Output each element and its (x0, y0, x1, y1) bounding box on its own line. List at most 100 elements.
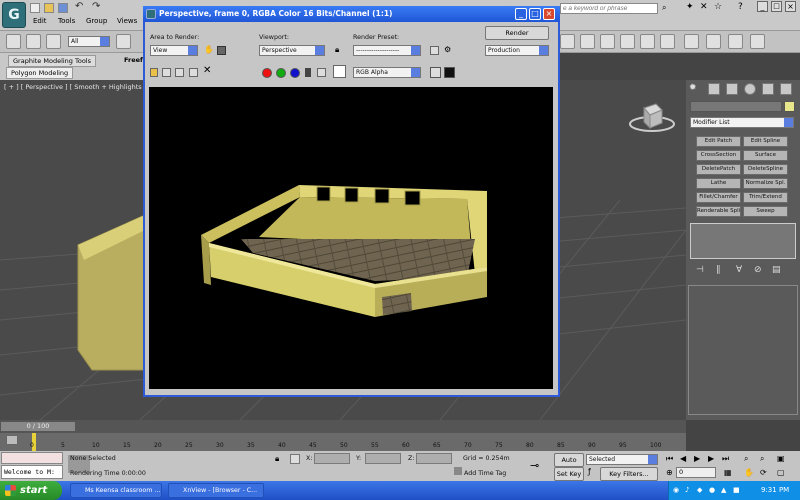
star-icon[interactable]: ✦ (686, 2, 694, 12)
maxscript-listener-input[interactable]: Welcome to M: (1, 465, 63, 479)
taskbar-item-xnview[interactable]: XnView - [Browser - C... (168, 483, 264, 498)
redo-icon[interactable]: ↷ (92, 1, 100, 12)
tray-network-icon[interactable]: ◉ (673, 486, 679, 494)
app-close-icon[interactable]: × (785, 1, 796, 12)
selection-filter-dropdown[interactable]: All (68, 36, 110, 47)
clone-window-icon[interactable] (175, 68, 184, 77)
time-slider[interactable]: 0 / 100 (0, 420, 686, 433)
bind-space-warp-icon[interactable] (46, 34, 61, 49)
hierarchy-tab-icon[interactable] (726, 83, 738, 95)
auto-key-button[interactable]: Auto Key (554, 453, 584, 476)
taskbar-item-keensa-classroom[interactable]: Ms Keensa classroom ... (70, 483, 162, 498)
set-key-button[interactable]: Set Key (554, 467, 584, 481)
green-channel-icon[interactable] (276, 68, 286, 78)
render-setup-icon[interactable] (706, 34, 721, 49)
display-tab-icon[interactable] (762, 83, 774, 95)
rendered-frame-window-title[interactable]: Perspective, frame 0, RGBA Color 16 Bits… (143, 6, 560, 22)
render-setup-icon[interactable] (430, 46, 439, 55)
align-icon[interactable] (580, 34, 595, 49)
open-file-icon[interactable] (44, 3, 54, 13)
monochrome-icon[interactable] (317, 68, 326, 77)
clock[interactable]: 9:31 PM (761, 486, 789, 494)
y-coordinate-field[interactable] (365, 453, 401, 464)
display-channel-dropdown[interactable]: RGB Alpha (353, 67, 421, 78)
key-filter-icon[interactable]: ƒ (588, 467, 591, 476)
modifier-deletepatch-button[interactable]: DeletePatch (696, 164, 741, 175)
app-maximize-icon[interactable]: □ (771, 1, 782, 12)
previous-frame-icon[interactable]: ◀ (680, 454, 686, 463)
key-mode-toggle-icon[interactable]: ⊕ (666, 468, 673, 477)
remove-modifier-icon[interactable]: ⊘ (754, 265, 762, 275)
viewcube[interactable] (628, 100, 676, 136)
go-to-end-icon[interactable]: ⏭ (722, 454, 729, 464)
save-file-icon[interactable] (58, 3, 68, 13)
object-name-field[interactable] (690, 101, 782, 112)
menu-tools[interactable]: Tools (58, 17, 75, 25)
modifier-normalize-spline-button[interactable]: Normalize Spl. (743, 178, 788, 189)
tray-security-icon[interactable]: ◆ (697, 486, 702, 494)
tray-volume-icon[interactable]: ♪ (685, 486, 689, 494)
next-frame-icon[interactable]: ▶ (708, 454, 714, 463)
z-coordinate-field[interactable] (416, 453, 452, 464)
key-filters-button[interactable]: Key Filters... (600, 467, 658, 481)
pan-icon[interactable]: ✋ (744, 468, 754, 477)
maxscript-listener-top[interactable] (1, 452, 63, 464)
create-tab-icon[interactable]: ✹ (689, 83, 697, 93)
orbit-icon[interactable]: ⟳ (760, 468, 767, 477)
red-channel-icon[interactable] (262, 68, 272, 78)
production-dropdown[interactable]: Production (485, 45, 549, 56)
toggle-ui-overlay-icon[interactable] (430, 67, 441, 78)
mirror-icon[interactable] (560, 34, 575, 49)
print-image-icon[interactable] (189, 68, 198, 77)
time-slider-thumb[interactable]: 0 / 100 (0, 421, 76, 432)
material-editor-icon[interactable] (684, 34, 699, 49)
modifier-edit-patch-button[interactable]: Edit Patch (696, 136, 741, 147)
toggle-ui-icon[interactable] (444, 67, 455, 78)
help-icon[interactable]: ? (738, 2, 743, 12)
new-file-icon[interactable] (30, 3, 40, 13)
unlink-icon[interactable] (26, 34, 41, 49)
tab-polygon-modeling[interactable]: Polygon Modeling (6, 67, 74, 79)
transform-mode-icon[interactable] (290, 454, 300, 464)
menu-group[interactable]: Group (86, 17, 107, 25)
render-button[interactable]: Render (485, 26, 549, 40)
go-to-start-icon[interactable]: ⏮ (666, 454, 673, 464)
current-frame-field[interactable]: 0 (676, 467, 716, 478)
clear-image-icon[interactable]: ✕ (203, 65, 211, 76)
render-preset-dropdown[interactable]: -------------------- (353, 45, 421, 56)
search-icon[interactable]: ⌕ (662, 3, 666, 13)
modifier-edit-spline-button[interactable]: Edit Spline (743, 136, 788, 147)
tray-app-icon[interactable]: ▲ (721, 486, 726, 494)
render-production-icon[interactable] (750, 34, 765, 49)
pin-stack-icon[interactable]: ⊣ (696, 265, 704, 275)
app-minimize-icon[interactable]: _ (757, 1, 768, 12)
key-mode-dropdown[interactable]: Selected (586, 454, 658, 465)
favorites-icon[interactable]: ☆ (714, 2, 722, 12)
modifier-surface-button[interactable]: Surface (743, 150, 788, 161)
zoom-all-icon[interactable]: ⌕ (760, 454, 764, 464)
area-to-render-dropdown[interactable]: View (150, 45, 198, 56)
save-image-icon[interactable] (150, 68, 158, 77)
tray-app-icon[interactable]: ■ (733, 486, 740, 494)
modifier-lathe-button[interactable]: Lathe (696, 178, 741, 189)
undo-icon[interactable]: ↶ (75, 1, 83, 12)
window-maximize-button[interactable]: □ (529, 8, 541, 20)
menu-edit[interactable]: Edit (33, 17, 47, 25)
clear-color-swatch[interactable] (333, 65, 346, 78)
curve-editor-icon[interactable] (640, 34, 655, 49)
layer-manager-icon[interactable] (600, 34, 615, 49)
window-minimize-button[interactable]: _ (515, 8, 527, 20)
add-time-tag-button[interactable]: Add Time Tag (464, 470, 506, 477)
alpha-channel-icon[interactable] (305, 68, 311, 77)
link-icon[interactable] (6, 34, 21, 49)
modifier-crosssection-button[interactable]: CrossSection (696, 150, 741, 161)
edit-region-icon[interactable]: ✋ (204, 45, 214, 54)
modifier-stack-list[interactable] (690, 223, 796, 259)
make-unique-icon[interactable]: ∀ (736, 265, 742, 275)
set-key-icon[interactable]: ⊸ (530, 459, 539, 472)
menu-views[interactable]: Views (117, 17, 137, 25)
show-end-result-icon[interactable]: ∥ (716, 265, 721, 275)
modifier-sweep-button[interactable]: Sweep (743, 206, 788, 217)
zoom-icon[interactable]: ⌕ (744, 454, 748, 464)
time-configuration-icon[interactable]: ▦ (724, 468, 732, 477)
